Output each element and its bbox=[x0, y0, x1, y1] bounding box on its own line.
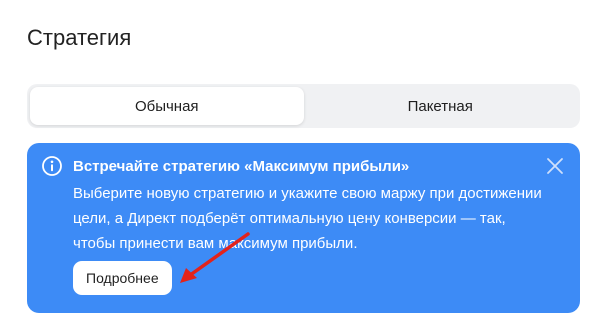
promo-banner: Встречайте стратегию «Максимум прибыли» … bbox=[27, 143, 580, 313]
section-title: Стратегия bbox=[27, 25, 132, 50]
info-icon bbox=[42, 156, 62, 176]
close-icon[interactable] bbox=[544, 155, 566, 177]
page: Стратегия Обычная Пакетная Встречайте ст… bbox=[0, 0, 600, 320]
banner-title: Встречайте стратегию «Максимум прибыли» bbox=[73, 158, 410, 175]
banner-text: Выберите новую стратегию и укажите свою … bbox=[73, 185, 542, 252]
tab-package[interactable]: Пакетная bbox=[304, 87, 578, 125]
strategy-type-switch: Обычная Пакетная bbox=[27, 84, 580, 128]
more-button[interactable]: Подробнее bbox=[73, 261, 172, 295]
tab-regular[interactable]: Обычная bbox=[30, 87, 304, 125]
